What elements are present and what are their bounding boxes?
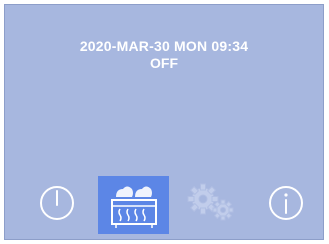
info-button[interactable] [264, 177, 308, 229]
ventilation-heat-icon [110, 186, 157, 228]
display-screen: 2020-MAR-30 MON 09:34 OFF [4, 4, 324, 240]
settings-button[interactable] [183, 177, 241, 229]
power-icon [40, 186, 74, 220]
status-label: OFF [150, 55, 178, 71]
device-frame: 2020-MAR-30 MON 09:34 OFF [0, 0, 329, 244]
mode-button[interactable] [98, 176, 169, 234]
datetime-label: 2020-MAR-30 MON 09:34 [79, 38, 249, 54]
power-button[interactable] [35, 177, 79, 229]
gears-icon [187, 183, 234, 221]
info-icon [269, 186, 303, 220]
